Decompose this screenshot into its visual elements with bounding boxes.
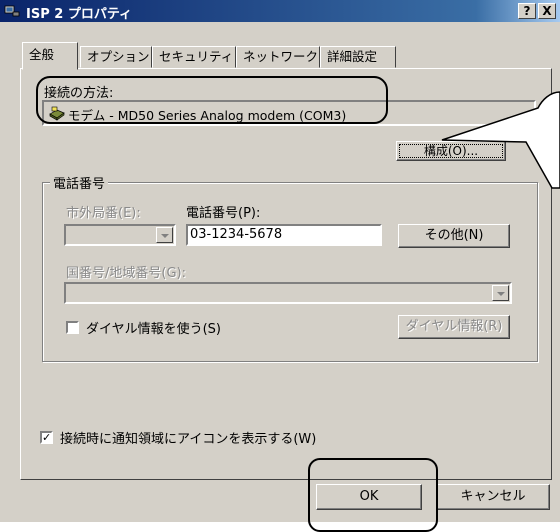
other-button[interactable]: その他(N) [398, 224, 510, 248]
tab-network[interactable]: ネットワーク [236, 46, 320, 68]
dialing-rules-label: ダイヤル情報を使う(S) [86, 322, 222, 337]
country-code-combo[interactable] [64, 282, 512, 304]
country-code-label: 国番号/地域番号(G): [66, 266, 186, 281]
phone-number-value: 03-1234-5678 [190, 227, 283, 242]
area-code-label: 市外局番(E): [66, 206, 141, 221]
tab-advanced[interactable]: 詳細設定 [320, 46, 396, 68]
title-bar: ISP 2 プロパティ ? X [0, 0, 560, 22]
notify-checkbox[interactable]: ✓ [40, 431, 53, 444]
window-title: ISP 2 プロパティ [26, 7, 133, 22]
cancel-button[interactable]: キャンセル [436, 484, 550, 510]
tab-security[interactable]: セキュリティ [152, 46, 236, 68]
check-mark-icon: ✓ [42, 431, 52, 444]
area-code-combo[interactable] [64, 224, 176, 246]
dialing-rules-button[interactable]: ダイヤル情報(R) [398, 315, 510, 339]
phone-number-input[interactable]: 03-1234-5678 [186, 224, 382, 246]
help-button[interactable]: ? [518, 3, 536, 19]
properties-dialog: ISP 2 プロパティ ? X 全般 オプション セキュリティ ネットワーク 詳… [0, 0, 560, 532]
callout-pointer [441, 91, 560, 189]
tab-options[interactable]: オプション [80, 46, 152, 68]
close-button[interactable]: X [538, 3, 556, 19]
phone-number-label: 電話番号(P): [186, 206, 261, 221]
phone-number-group-title: 電話番号 [50, 173, 109, 192]
dialing-rules-checkbox[interactable] [66, 321, 79, 334]
highlight-ok-button [308, 458, 438, 532]
network-connection-icon [4, 5, 20, 17]
highlight-connect-method [36, 76, 388, 124]
chevron-down-icon[interactable] [492, 285, 509, 301]
notify-label: 接続時に通知領域にアイコンを表示する(W) [60, 432, 317, 447]
chevron-down-icon[interactable] [156, 227, 173, 243]
tab-general[interactable]: 全般 [22, 42, 78, 70]
